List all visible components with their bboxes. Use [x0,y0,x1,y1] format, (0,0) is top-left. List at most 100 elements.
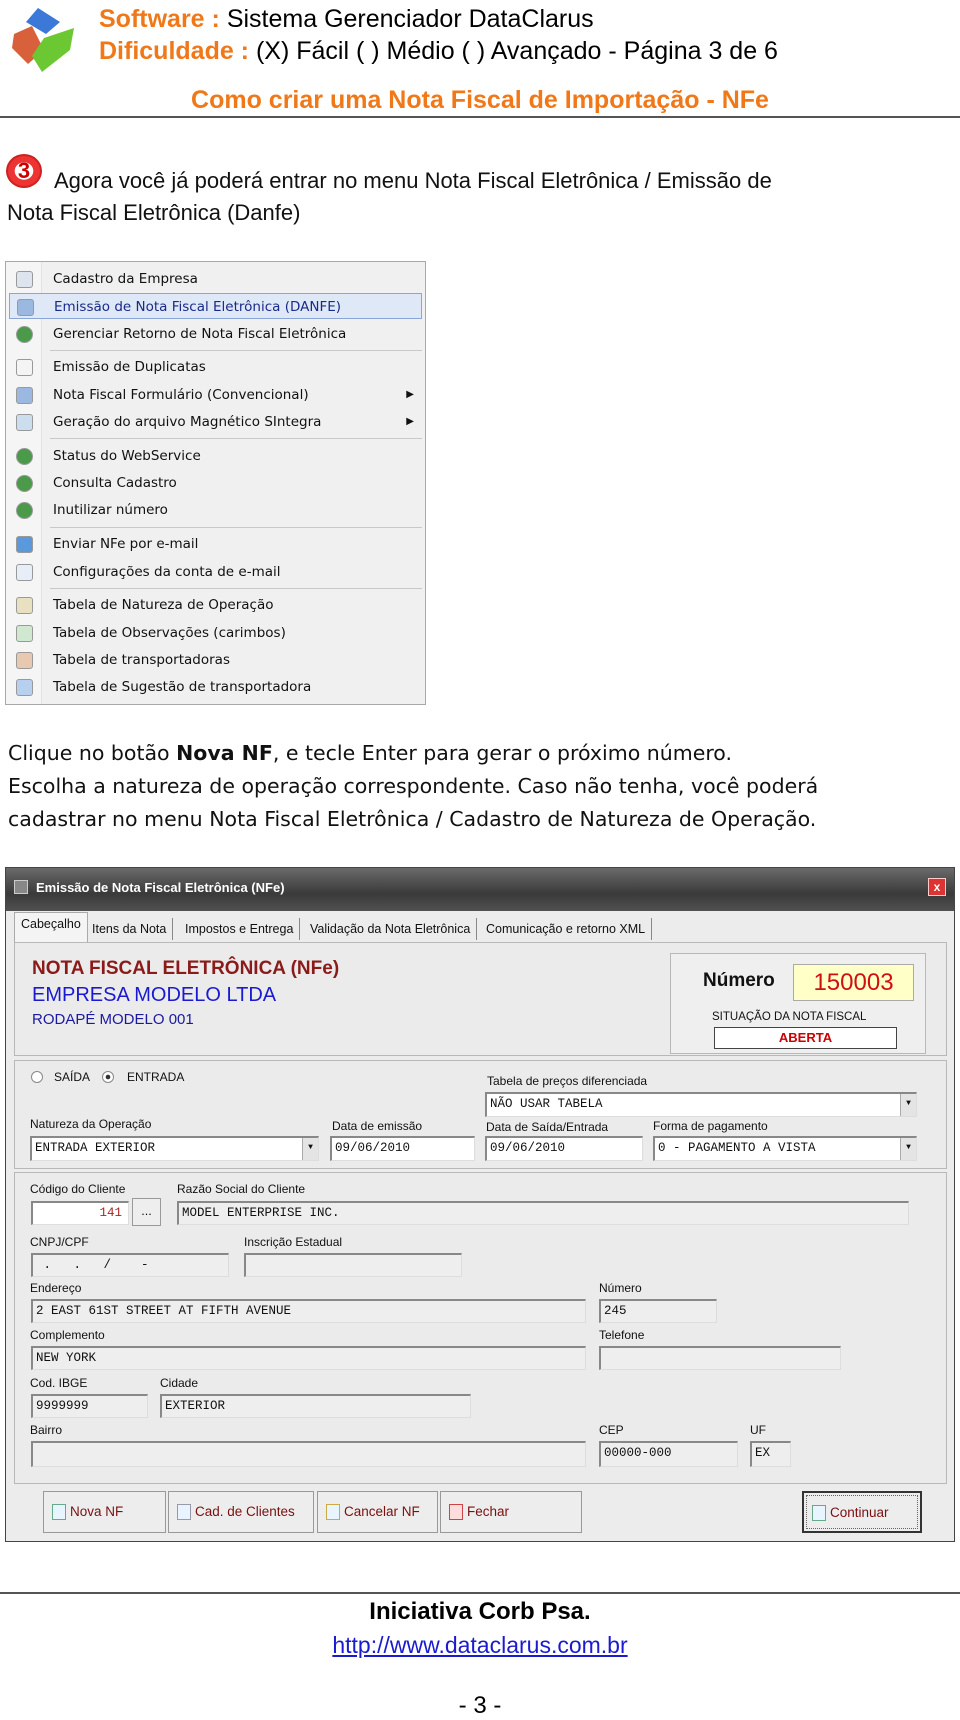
menu-item[interactable]: Enviar NFe por e-mail [9,531,422,557]
globe-lock-icon [16,475,33,493]
footer-url-link[interactable]: http://www.dataclarus.com.br [332,1632,627,1658]
title-bar[interactable]: Emissão de Nota Fiscal Eletrônica (NFe) … [6,868,954,911]
cancelar-nf-button[interactable]: Cancelar NF [317,1491,438,1533]
ie-field[interactable] [244,1253,462,1277]
continuar-button[interactable]: Continuar [802,1491,922,1533]
data-saida-field[interactable]: 09/06/2010 [485,1136,643,1161]
uf-field[interactable]: EX [750,1441,791,1467]
chevron-down-icon[interactable]: ▼ [900,1094,916,1116]
step-text-line2: Nota Fiscal Eletrônica (Danfe) [7,200,301,225]
client-lookup-button[interactable]: ... [132,1198,161,1226]
ie-label: Inscrição Estadual [244,1235,343,1249]
complemento-field[interactable]: NEW YORK [31,1346,586,1370]
difficulty-label: Dificuldade : [99,37,250,65]
cidade-field[interactable]: EXTERIOR [160,1394,471,1418]
telefone-field[interactable] [599,1346,841,1370]
footer-model: RODAPÉ MODELO 001 [32,1011,194,1028]
table-icon [16,597,33,615]
ibge-label: Cod. IBGE [30,1376,88,1390]
radio-entrada-label: ENTRADA [127,1070,185,1084]
natureza-label: Natureza da Operação [30,1117,152,1131]
codigo-field[interactable]: 141 [31,1201,129,1225]
menu-item[interactable]: Status do WebService [9,443,422,469]
menu-item[interactable]: Tabela de Sugestão de transportadora [9,674,422,700]
label: Cad. de Clientes [195,1504,295,1519]
ibge-field[interactable]: 9999999 [31,1394,148,1418]
menu-item-label: Tabela de transportadoras [53,651,230,668]
bairro-field[interactable] [31,1441,586,1467]
instruction-line1: Clique no botão Nova NF, e tecle Enter p… [8,741,732,765]
page-title: Como criar uma Nota Fiscal de Importação… [191,86,769,114]
tab-validacao[interactable]: Validação da Nota Eletrônica [304,918,478,940]
submenu-arrow-icon: ▶ [406,388,414,400]
radio-saida[interactable] [31,1071,43,1083]
menu-item-label: Nota Fiscal Formulário (Convencional) [53,386,309,403]
tabela-select[interactable]: NÃO USAR TABELA ▼ [485,1092,917,1117]
complemento-label: Complemento [30,1328,105,1342]
cidade-label: Cidade [160,1376,199,1390]
tab-impostos[interactable]: Impostos e Entrega [179,918,301,940]
menu-item-label: Status do WebService [53,447,201,464]
footer-url-wrap: http://www.dataclarus.com.br [0,1632,960,1659]
software-label: Software : [99,5,220,33]
menu-item[interactable]: Nota Fiscal Formulário (Convencional) ▶ [9,382,422,408]
chevron-down-icon[interactable]: ▼ [900,1138,916,1160]
menu-item[interactable]: Tabela de Natureza de Operação [9,592,422,618]
menu-item[interactable]: Gerenciar Retorno de Nota Fiscal Eletrôn… [9,321,422,347]
close-icon[interactable]: x [928,878,946,896]
printer-check-icon [17,299,34,317]
menu-item[interactable]: Inutilizar número [9,497,422,523]
step-number-icon: 3 [6,154,42,188]
chevron-down-icon[interactable]: ▼ [302,1138,318,1160]
instruction-line3: cadastrar no menu Nota Fiscal Eletrônica… [8,807,817,831]
menu-item-label: Inutilizar número [53,502,168,519]
endereco-field[interactable]: 2 EAST 61ST STREET AT FIFTH AVENUE [31,1299,586,1323]
continue-arrow-icon [812,1505,826,1521]
menu-item-label: Emissão de Nota Fiscal Eletrônica (DANFE… [54,299,342,316]
menu-item[interactable]: Configurações da conta de e-mail [9,559,422,585]
menu-item[interactable]: Consulta Cadastro [9,470,422,496]
step-text-line1: Agora você já poderá entrar no menu Nota… [54,168,772,193]
razao-field[interactable]: MODEL ENTERPRISE INC. [177,1201,909,1225]
numero-label: Número [703,970,775,991]
footer-divider [0,1592,960,1594]
table-add-icon [16,624,33,642]
nova-nf-button[interactable]: Nova NF [43,1491,166,1533]
tabela-label: Tabela de preços diferenciada [487,1074,648,1088]
menu-item[interactable]: Emissão de Duplicatas [9,354,422,380]
cep-field[interactable]: 00000-000 [599,1441,738,1467]
natureza-select[interactable]: ENTRADA EXTERIOR ▼ [30,1136,319,1161]
forma-label: Forma de pagamento [653,1119,768,1133]
cad-clientes-button[interactable]: Cad. de Clientes [168,1491,314,1533]
fechar-button[interactable]: Fechar [440,1491,582,1533]
footer-org: Iniciativa Corb Psa. [369,1598,591,1625]
menu-item[interactable]: Tabela de transportadoras [9,647,422,673]
radio-entrada[interactable] [102,1071,114,1083]
text: , e tecle Enter para gerar o próximo núm… [272,741,732,765]
data-emissao-label: Data de emissão [332,1119,423,1133]
menu-item[interactable]: Emissão de Nota Fiscal Eletrônica (DANFE… [9,293,422,320]
label: Nova NF [70,1504,124,1519]
close-door-icon [449,1504,463,1520]
forma-select[interactable]: 0 - PAGAMENTO A VISTA ▼ [653,1136,917,1161]
document-icon [16,271,33,288]
tab-cabecalho[interactable]: Cabeçalho [14,912,88,942]
data-emissao-field[interactable]: 09/06/2010 [330,1136,475,1161]
numero2-field[interactable]: 245 [599,1299,717,1323]
label: Cancelar NF [344,1504,420,1519]
menu-item-label: Tabela de Sugestão de transportadora [53,679,312,696]
nf-title: NOTA FISCAL ELETRÔNICA (NFe) [32,958,340,979]
menu-separator [50,438,422,440]
cnpj-field[interactable]: . . / - [31,1253,229,1277]
menu-separator [50,349,422,351]
disc-arrow-icon [16,414,33,431]
tab-itens[interactable]: Itens da Nota [86,918,174,940]
menu-item[interactable]: Geração do arquivo Magnético SIntegra ▶ [9,409,422,435]
email-config-icon [16,563,33,581]
menu-item[interactable]: Cadastro da Empresa [9,266,422,292]
window-menu-icon[interactable] [14,880,28,894]
window-title: Emissão de Nota Fiscal Eletrônica (NFe) [36,880,285,895]
menu-item[interactable]: Tabela de Observações (carimbos) [9,620,422,646]
tab-comunicacao[interactable]: Comunicação e retorno XML [480,918,653,940]
email-check-icon [16,536,33,554]
